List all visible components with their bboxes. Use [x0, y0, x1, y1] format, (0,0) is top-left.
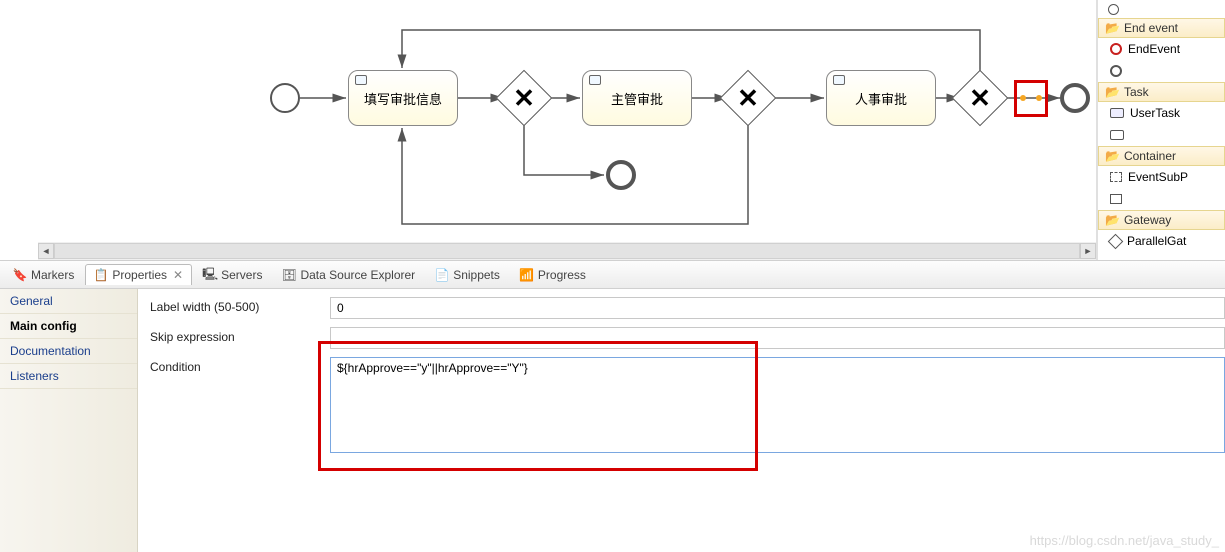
item-label: ParallelGat: [1127, 234, 1186, 248]
category-label: Container: [1124, 149, 1176, 163]
user-task-icon: [589, 75, 601, 85]
end-event[interactable]: [1060, 83, 1090, 113]
servers-icon: 🖳: [203, 268, 217, 282]
tab-progress[interactable]: 📶 Progress: [511, 264, 595, 285]
start-event[interactable]: [270, 83, 300, 113]
palette-category-task[interactable]: 📂 Task: [1098, 82, 1225, 102]
prop-tab-listeners[interactable]: Listeners: [0, 364, 137, 389]
palette-category-gateway[interactable]: 📂 Gateway: [1098, 210, 1225, 230]
properties-form: Label width (50-500) 0 Skip expression C…: [138, 289, 1225, 552]
task-label: 人事审批: [855, 89, 907, 108]
item-label: UserTask: [1130, 106, 1180, 120]
container-icon: [1110, 194, 1122, 204]
bpmn-canvas[interactable]: 填写审批信息 ✕ 主管审批 ✕ 人事审批 ✕: [0, 0, 1096, 240]
category-label: Gateway: [1124, 213, 1171, 227]
subprocess-icon: [1110, 172, 1122, 182]
scroll-right-icon[interactable]: ►: [1080, 243, 1096, 259]
input-label-width[interactable]: 0: [330, 297, 1225, 319]
tab-markers[interactable]: 🔖 Markers: [4, 264, 83, 285]
prop-tab-main-config[interactable]: Main config: [0, 314, 137, 339]
progress-icon: 📶: [520, 268, 534, 282]
tab-label: Properties: [112, 268, 167, 282]
workspace: 填写审批信息 ✕ 主管审批 ✕ 人事审批 ✕: [0, 0, 1225, 260]
tab-label: Snippets: [453, 268, 500, 282]
task-icon: [1110, 130, 1124, 140]
category-label: End event: [1124, 21, 1178, 35]
bottom-panel: 🔖 Markers 📋 Properties ✕ 🖳 Servers 🗄 Dat…: [0, 260, 1225, 552]
prop-tab-general[interactable]: General: [0, 289, 137, 314]
task-label: 主管审批: [611, 89, 663, 108]
label-skip-expression: Skip expression: [150, 327, 330, 344]
folder-open-icon: 📂: [1105, 149, 1120, 163]
palette-item-container-truncated[interactable]: [1098, 188, 1225, 210]
item-label: EndEvent: [1128, 42, 1180, 56]
tab-servers[interactable]: 🖳 Servers: [194, 264, 271, 285]
category-label: Task: [1124, 85, 1149, 99]
folder-open-icon: 📂: [1105, 213, 1120, 227]
properties-sidebar: General Main config Documentation Listen…: [0, 289, 138, 552]
exclusive-gateway-3[interactable]: ✕: [960, 78, 1000, 118]
folder-open-icon: 📂: [1105, 21, 1120, 35]
palette-category-container[interactable]: 📂 Container: [1098, 146, 1225, 166]
exclusive-gateway-1[interactable]: ✕: [504, 78, 544, 118]
folder-open-icon: 📂: [1105, 85, 1120, 99]
row-label-width: Label width (50-500) 0: [150, 297, 1225, 325]
palette-item-truncated[interactable]: [1098, 0, 1225, 18]
user-task-icon: [355, 75, 367, 85]
scroll-track[interactable]: [54, 243, 1080, 259]
views-tabstrip: 🔖 Markers 📋 Properties ✕ 🖳 Servers 🗄 Dat…: [0, 261, 1225, 289]
label-condition: Condition: [150, 357, 330, 374]
task-label: 填写审批信息: [364, 89, 442, 108]
bpmn-canvas-area: 填写审批信息 ✕ 主管审批 ✕ 人事审批 ✕: [0, 0, 1097, 260]
markers-icon: 🔖: [13, 268, 27, 282]
snippets-icon: 📄: [435, 268, 449, 282]
tab-label: Servers: [221, 268, 262, 282]
palette-item-task-truncated[interactable]: [1098, 124, 1225, 146]
palette-item-eventsubprocess[interactable]: EventSubP: [1098, 166, 1225, 188]
gateway-icon: [1108, 233, 1124, 249]
usertask-icon: [1110, 108, 1124, 118]
flow-endpoint-dot: [1036, 95, 1042, 101]
palette-item-parallelgateway[interactable]: ParallelGat: [1098, 230, 1225, 252]
palette-item-endevent[interactable]: EndEvent: [1098, 38, 1225, 60]
label-label-width: Label width (50-500): [150, 297, 330, 314]
bpmn-palette: 📂 End event EndEvent 📂 Task UserTask 📂 C…: [1097, 0, 1225, 260]
scroll-left-icon[interactable]: ◄: [38, 243, 54, 259]
end-event-secondary[interactable]: [606, 160, 636, 190]
user-task-icon: [833, 75, 845, 85]
tab-data-source-explorer[interactable]: 🗄 Data Source Explorer: [273, 264, 424, 285]
palette-item-end-truncated[interactable]: [1098, 60, 1225, 82]
close-icon[interactable]: ✕: [173, 268, 183, 282]
palette-item-usertask[interactable]: UserTask: [1098, 102, 1225, 124]
tab-properties[interactable]: 📋 Properties ✕: [85, 264, 192, 285]
tab-label: Data Source Explorer: [300, 268, 415, 282]
database-icon: 🗄: [282, 268, 296, 282]
tab-label: Progress: [538, 268, 586, 282]
properties-body: General Main config Documentation Listen…: [0, 289, 1225, 552]
endevent-icon: [1110, 65, 1122, 77]
user-task-manager-approve[interactable]: 主管审批: [582, 70, 692, 126]
endevent-icon: [1110, 43, 1122, 55]
prop-tab-documentation[interactable]: Documentation: [0, 339, 137, 364]
flow-endpoint-dot: [1020, 95, 1026, 101]
horizontal-scrollbar[interactable]: ◄ ►: [38, 242, 1096, 260]
tab-snippets[interactable]: 📄 Snippets: [426, 264, 509, 285]
properties-icon: 📋: [94, 268, 108, 282]
item-label: EventSubP: [1128, 170, 1188, 184]
user-task-hr-approve[interactable]: 人事审批: [826, 70, 936, 126]
palette-category-end-event[interactable]: 📂 End event: [1098, 18, 1225, 38]
highlight-condition-box: [318, 341, 758, 471]
user-task-fill-approval[interactable]: 填写审批信息: [348, 70, 458, 126]
tab-label: Markers: [31, 268, 74, 282]
exclusive-gateway-2[interactable]: ✕: [728, 78, 768, 118]
